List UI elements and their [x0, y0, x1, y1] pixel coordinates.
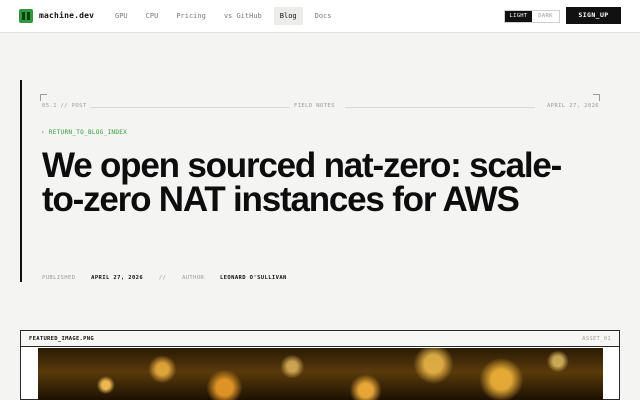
nav-item-vs-github[interactable]: vs GitHub — [218, 7, 268, 25]
nav-item-cpu[interactable]: CPU — [140, 7, 165, 25]
published-label: PUBLISHED — [42, 275, 76, 281]
featured-image — [38, 348, 603, 400]
published-date: APRIL 27, 2026 — [91, 275, 144, 281]
theme-dark-button[interactable]: DARK — [532, 11, 559, 22]
machine-logo-icon[interactable] — [19, 9, 33, 23]
brand-name[interactable]: machine.dev — [39, 11, 94, 20]
corner-bracket-icon — [40, 94, 47, 101]
byline: PUBLISHED APRIL 27, 2026 // AUTHOR LEONA… — [42, 275, 299, 281]
nav-item-docs[interactable]: Docs — [309, 7, 338, 25]
divider — [90, 107, 290, 108]
featured-image-filename: FEATURED_IMAGE.PNG — [29, 336, 95, 342]
section-label: 05.1 // POST — [40, 103, 89, 109]
divider — [345, 107, 535, 108]
featured-image-asset-id: ASSET_01 — [582, 336, 611, 342]
author-name[interactable]: LEONARD O'SULLIVAN — [220, 275, 287, 281]
author-label: AUTHOR — [181, 275, 205, 281]
nav-item-gpu[interactable]: GPU — [109, 7, 134, 25]
top-nav-bar: machine.dev GPU CPU Pricing vs GitHub Bl… — [0, 0, 640, 33]
category-label: FIELD NOTES — [292, 103, 337, 109]
nav-item-pricing[interactable]: Pricing — [170, 7, 212, 25]
theme-light-button[interactable]: LIGHT — [505, 11, 532, 22]
theme-toggle: LIGHT DARK — [504, 10, 560, 23]
accent-rule — [20, 80, 22, 282]
return-to-blog-link[interactable]: ‹ RETURN_TO_BLOG_INDEX — [41, 129, 127, 136]
featured-image-frame: FEATURED_IMAGE.PNG ASSET_01 — [20, 330, 620, 400]
corner-bracket-icon — [593, 94, 600, 101]
page-title: We open sourced nat-zero: scale-to-zero … — [42, 146, 562, 219]
byline-separator: // — [158, 275, 167, 281]
post-meta-row: 05.1 // POST FIELD NOTES APRIL 27, 2026 — [40, 103, 601, 111]
post-date-top: APRIL 27, 2026 — [545, 103, 601, 109]
featured-image-titlebar: FEATURED_IMAGE.PNG ASSET_01 — [21, 331, 619, 347]
sign-up-button[interactable]: SIGN_UP — [566, 7, 621, 24]
main-nav: GPU CPU Pricing vs GitHub Blog Docs — [109, 7, 337, 25]
nav-item-blog[interactable]: Blog — [273, 7, 303, 25]
